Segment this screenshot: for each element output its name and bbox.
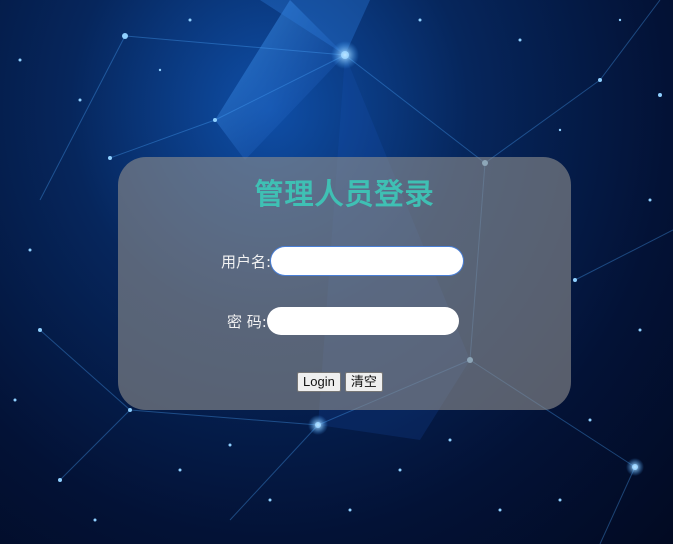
login-panel: 管理人员登录 用户名: 密 码: Login 清空 (118, 157, 571, 410)
form-title: 管理人员登录 (254, 177, 435, 211)
clear-button[interactable]: 清空 (344, 372, 383, 392)
password-row: 密 码: (227, 307, 459, 335)
password-input[interactable] (266, 307, 459, 335)
password-label: 密 码: (227, 312, 267, 331)
username-row: 用户名: (221, 247, 464, 275)
username-label: 用户名: (221, 252, 272, 271)
form-buttons: Login 清空 (297, 372, 383, 392)
login-button[interactable]: Login (297, 372, 341, 392)
username-input[interactable] (271, 247, 464, 275)
